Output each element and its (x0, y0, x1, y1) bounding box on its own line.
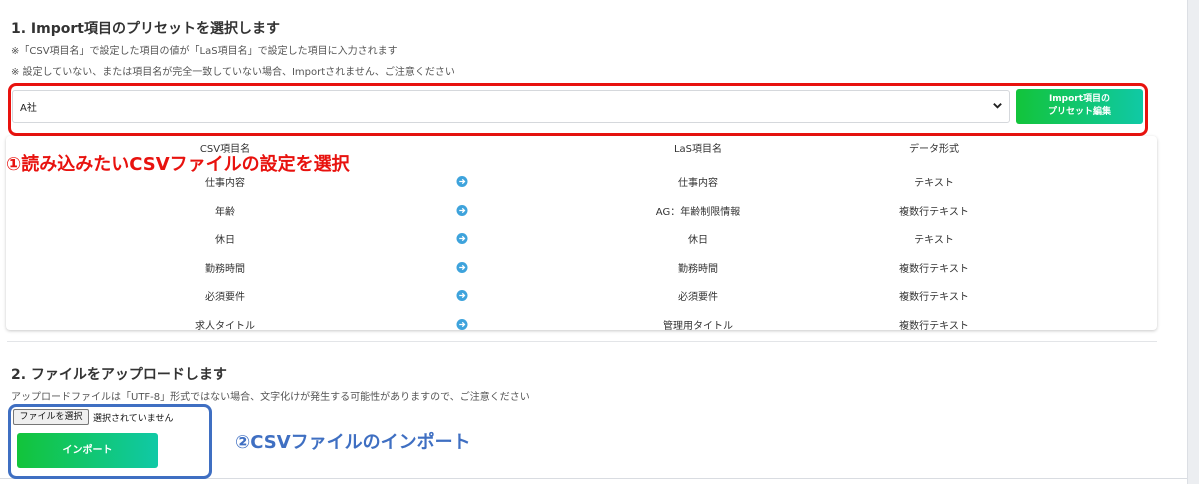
section2-note: アップロードファイルは「UTF-8」形式ではない場合、文字化けが発生する可能性が… (11, 392, 530, 403)
section-divider (7, 341, 1157, 342)
las-field-name: 必須要件 (678, 292, 718, 303)
data-format: 複数行テキスト (899, 292, 969, 303)
data-format: テキスト (914, 235, 954, 246)
las-field-name: AG：年齢制限情報 (655, 206, 741, 218)
annotation-frame-preset (8, 83, 1148, 136)
annotation-step2: ②CSVファイルのインポート (235, 432, 471, 453)
annotation-step1: ①読み込みたいCSVファイルの設定を選択 (6, 154, 350, 175)
arrow-right-circle-icon (456, 318, 468, 330)
header-las-name: LaS項目名 (673, 144, 723, 155)
arrow-right-circle-icon (456, 176, 468, 187)
las-field-name: 勤務時間 (678, 263, 718, 275)
csv-field-name: 年齢 (215, 206, 235, 218)
csv-field-name: 仕事内容 (205, 178, 245, 189)
las-field-name: 仕事内容 (678, 178, 718, 189)
section1-title: 1. Import項目のプリセットを選択します (11, 21, 280, 37)
section1-note-1: ※「CSV項目名」で設定した項目の値が「LaS項目名」で設定した項目に入力されま… (11, 46, 398, 57)
las-field-name: 管理用タイトル (663, 320, 733, 331)
data-format: 複数行テキスト (899, 263, 969, 275)
csv-field-name: 休日 (215, 235, 235, 246)
data-format: 複数行テキスト (899, 206, 969, 218)
data-format: 複数行テキスト (899, 320, 969, 331)
arrow-right-circle-icon (456, 204, 468, 216)
las-field-name: 休日 (688, 235, 708, 246)
annotation-frame-import (8, 404, 212, 479)
section2-title: 2. ファイルをアップロードします (11, 367, 227, 383)
csv-field-name: 勤務時間 (205, 263, 245, 275)
arrow-right-circle-icon (456, 233, 468, 244)
page-scrollbar-track[interactable] (1187, 0, 1199, 484)
arrow-right-circle-icon (456, 261, 468, 273)
csv-field-name: 求人タイトル (195, 320, 255, 331)
data-format: テキスト (914, 178, 954, 189)
csv-field-name: 必須要件 (205, 292, 245, 303)
header-data-format: データ形式 (909, 144, 959, 155)
arrow-right-circle-icon (456, 290, 468, 301)
section1-note-2: ※ 設定していない、または項目名が完全一致していない場合、Importされません… (11, 67, 455, 78)
